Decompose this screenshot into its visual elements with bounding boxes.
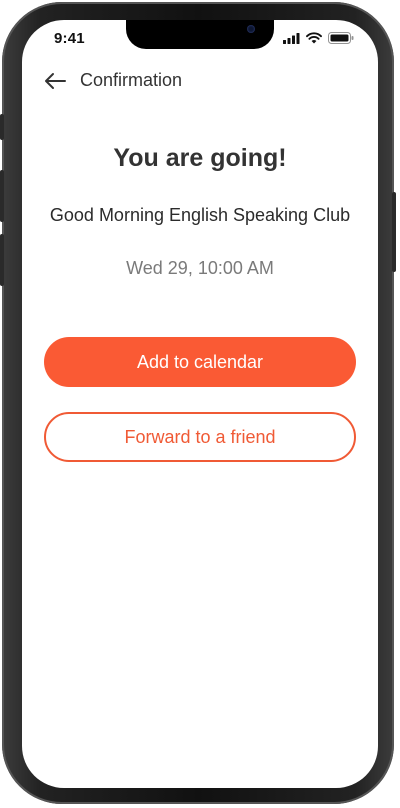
notch [126, 20, 274, 49]
camera-icon [247, 25, 255, 33]
confirmation-heading: You are going! [113, 144, 287, 172]
volume-up-button [0, 170, 4, 222]
header: Confirmation [44, 70, 182, 91]
page-title: Confirmation [80, 70, 183, 90]
event-name: Good Morning English Speaking Club [49, 205, 351, 225]
add-to-calendar-button[interactable]: Add to calendar [44, 337, 356, 387]
mute-switch [0, 114, 4, 140]
phone-screen: 9:41 Confirmation You are going! Good Mo… [22, 20, 378, 788]
forward-to-friend-button[interactable]: Forward to a friend [44, 412, 356, 462]
wifi-icon [306, 32, 322, 44]
status-icons [283, 32, 354, 44]
event-datetime: Wed 29, 10:00 AM [126, 258, 274, 278]
battery-icon [328, 32, 354, 44]
volume-down-button [0, 234, 4, 286]
power-button [392, 192, 396, 272]
signal-icon [283, 32, 300, 44]
status-time: 9:41 [54, 30, 85, 47]
arrow-left-icon[interactable] [44, 72, 66, 90]
